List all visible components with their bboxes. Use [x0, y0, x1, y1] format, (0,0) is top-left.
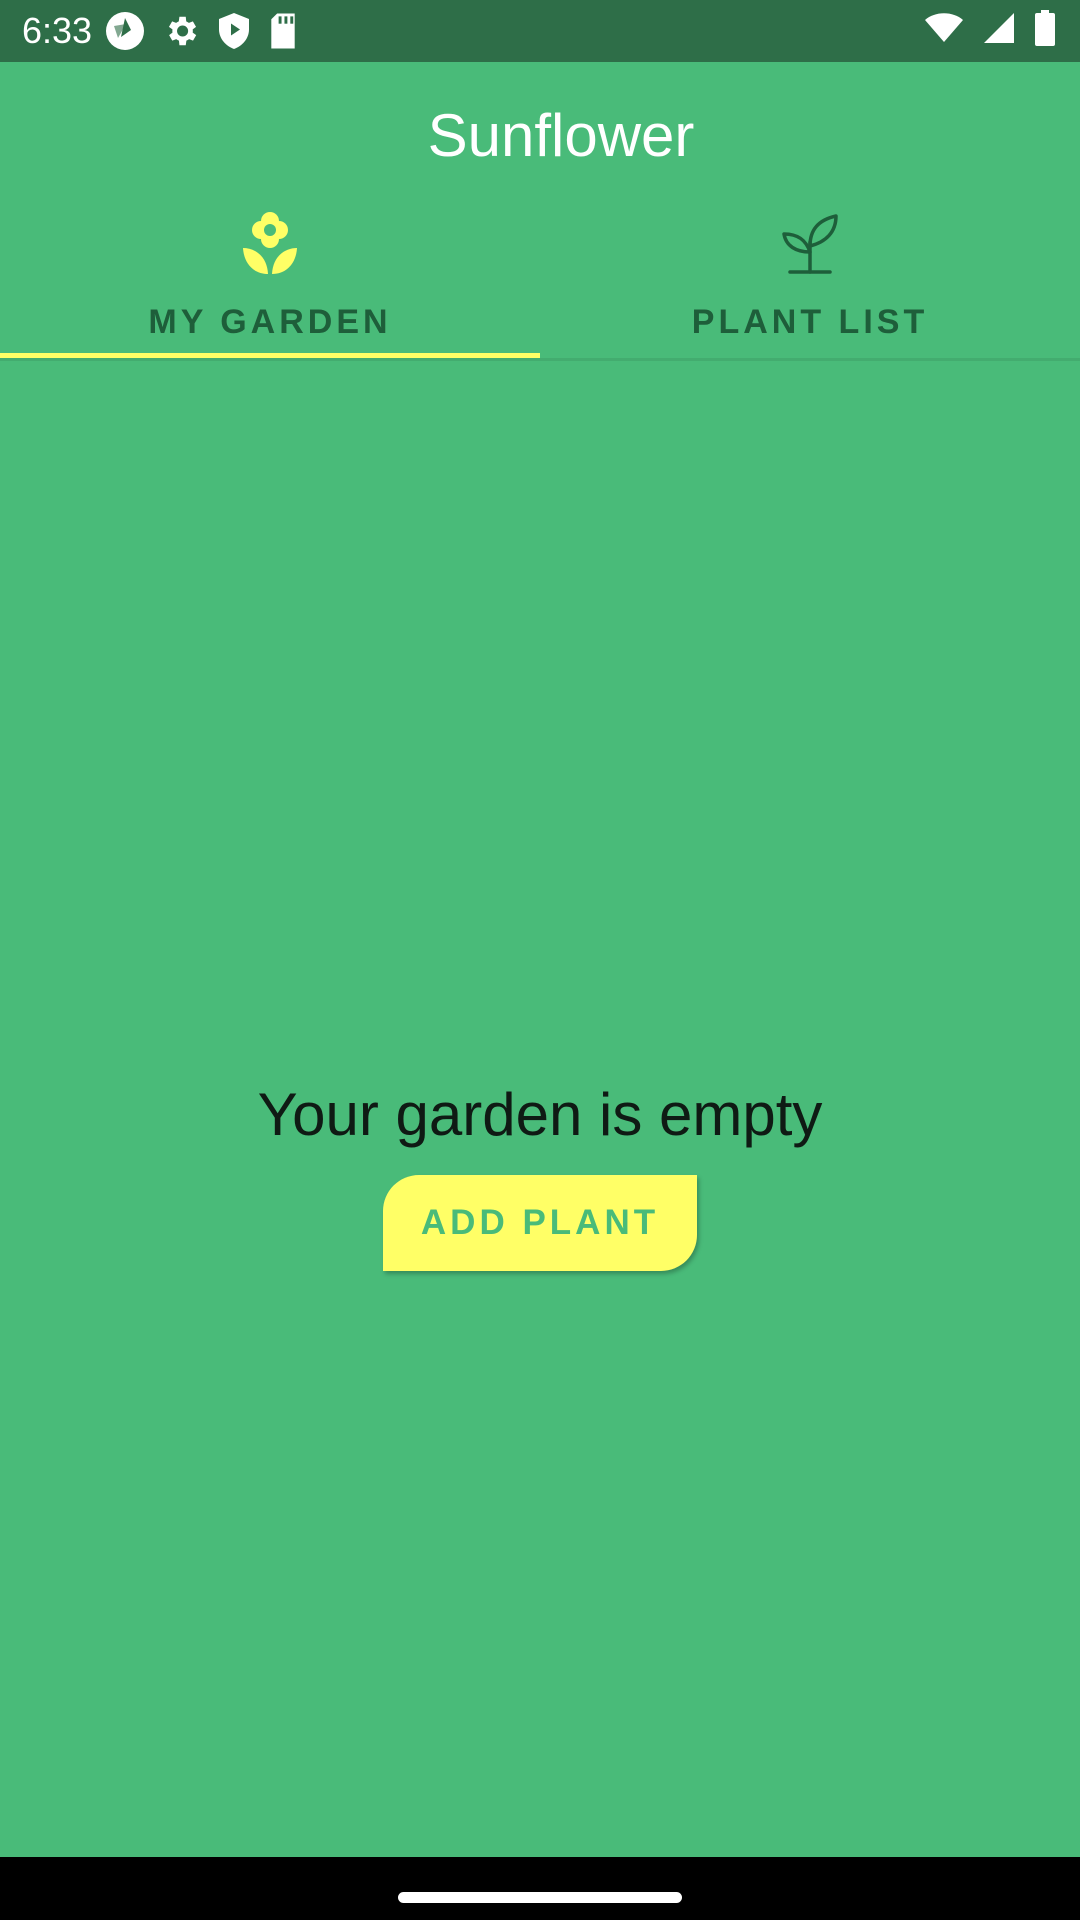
status-bar: 6:33 [0, 0, 1080, 62]
gear-icon [162, 12, 200, 55]
app-bar: Sunflower MY GARDEN PLANT LIST [0, 62, 1080, 358]
wifi-icon [924, 12, 964, 49]
signal-icon [982, 11, 1016, 50]
tab-label-plant-list: PLANT LIST [691, 303, 929, 341]
tab-my-garden[interactable]: MY GARDEN [0, 212, 540, 358]
flower-icon [240, 212, 300, 278]
shield-icon [216, 11, 252, 56]
navigation-bar [0, 1857, 1080, 1920]
tab-label-my-garden: MY GARDEN [148, 303, 392, 341]
sd-card-icon [268, 12, 298, 55]
home-gesture-handle[interactable] [398, 1892, 682, 1903]
camera-shutter-icon [104, 10, 146, 57]
tab-bar: MY GARDEN PLANT LIST [0, 212, 1080, 358]
status-icons-left [104, 10, 298, 57]
add-plant-button[interactable]: ADD PLANT [383, 1175, 697, 1271]
battery-icon [1034, 10, 1056, 51]
garden-content: Your garden is empty ADD PLANT [0, 361, 1080, 1857]
empty-garden-message: Your garden is empty [257, 1081, 823, 1148]
sprout-icon [780, 212, 840, 278]
status-icons-right [924, 10, 1056, 51]
tab-plant-list[interactable]: PLANT LIST [540, 212, 1080, 358]
status-time: 6:33 [22, 10, 93, 51]
app-title: Sunflower [427, 102, 695, 169]
